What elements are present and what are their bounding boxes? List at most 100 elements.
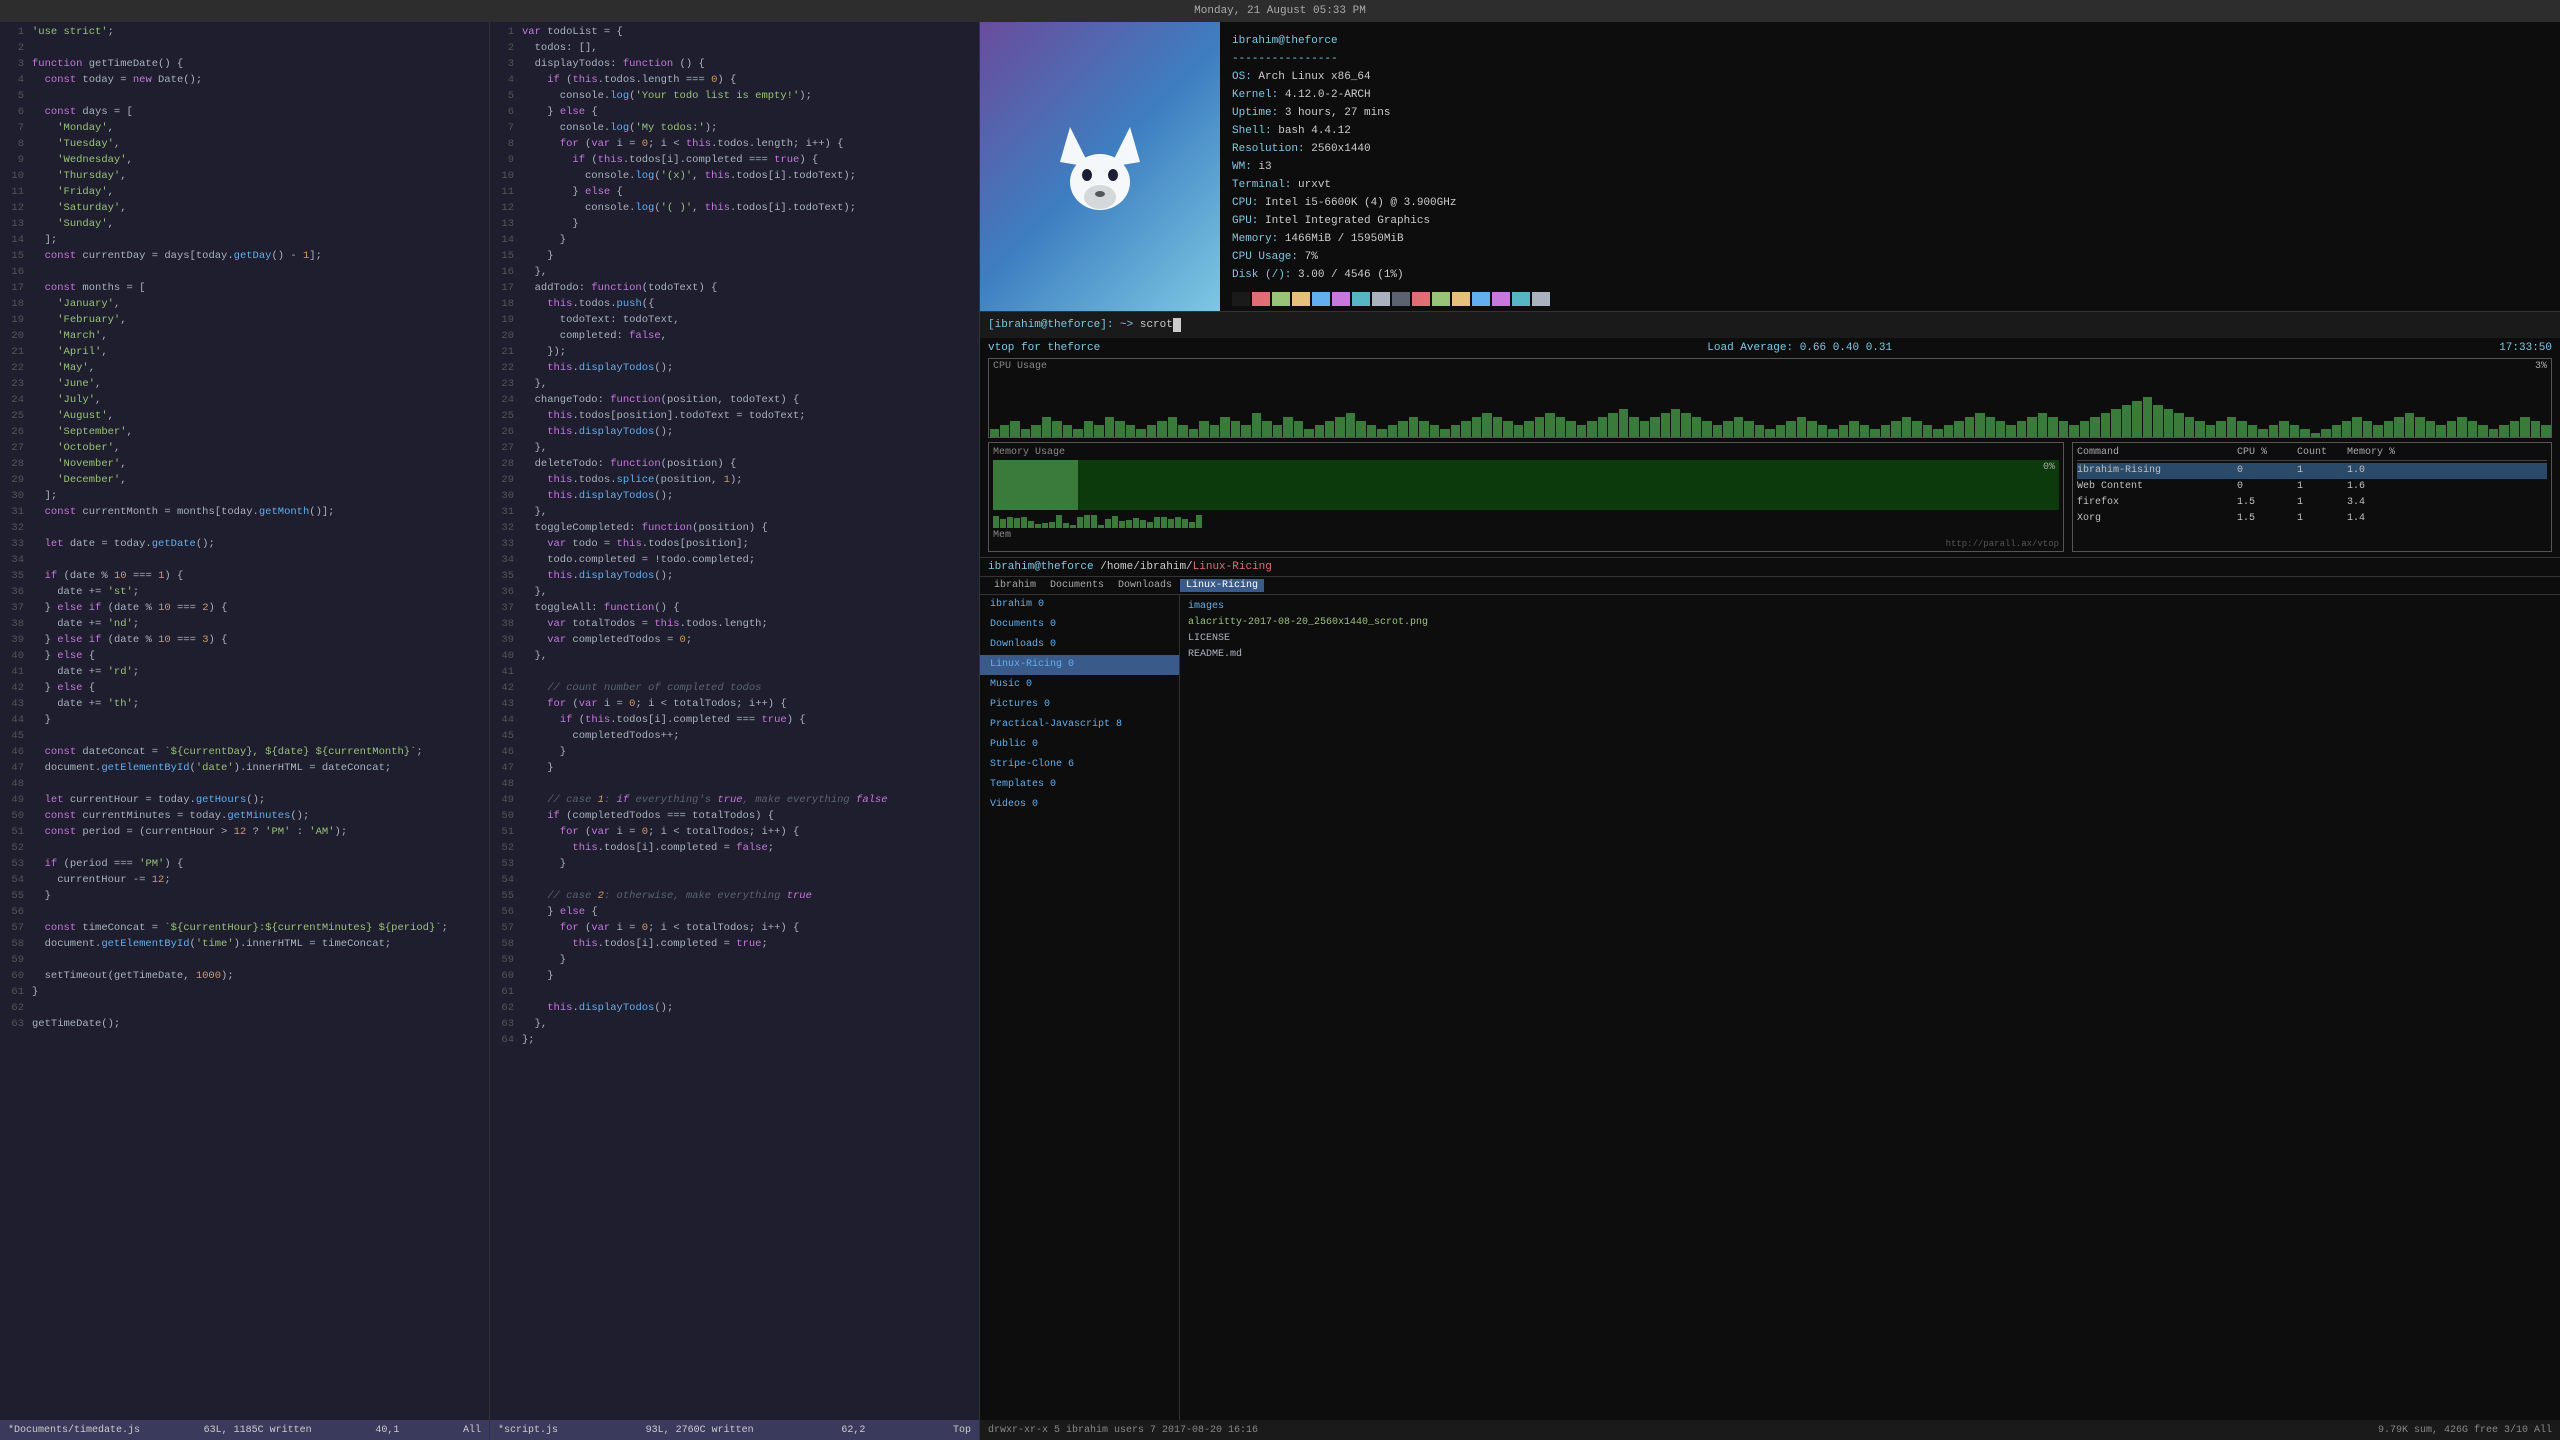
cpu-bar-segment [1524,421,1533,437]
code-line: 40 } else { [0,648,489,664]
color-swatch [1292,292,1310,306]
fm-left-item-stripe-clone[interactable]: Stripe-Clone 6 [980,755,1179,775]
fm-right-panel[interactable]: imagesalacritty-2017-08-20_2560x1440_scr… [1180,595,2560,1420]
code-line: 21 }); [490,344,979,360]
code-line: 53 if (period === 'PM') { [0,856,489,872]
fm-left-panel[interactable]: ibrahim 0Documents 0Downloads 0Linux-Ric… [980,595,1180,1420]
cpu-bar-segment [2080,421,2089,437]
vtop-load-avg: Load Average: 0.66 0.40 0.31 [1707,342,1892,354]
fm-left-item-documents[interactable]: Documents 0 [980,615,1179,635]
cpu-bar-segment [2478,425,2487,437]
color-swatch [1232,292,1250,306]
fm-left-item-practical-javascript[interactable]: Practical-Javascript 8 [980,715,1179,735]
code-line: 57 const timeConcat = `${currentHour}:${… [0,920,489,936]
code-line: 11 } else { [490,184,979,200]
cpu-bar-segment [1147,425,1156,437]
code-line: 63getTimeDate(); [0,1016,489,1032]
cpu-bar-segment [2332,425,2341,437]
code-line: 33 var todo = this.todos[position]; [490,536,979,552]
vtop-bottom: Memory Usage 0% Mem http://parall.ax/vto… [988,442,2552,552]
code-line: 1'use strict'; [0,24,489,40]
cpu-bar-segment [2352,417,2361,437]
proc-col-memory: Memory % [2347,447,2407,458]
fm-tab-ibrahim[interactable]: ibrahim [988,579,1042,592]
cpu-bar-segment [1073,429,1082,437]
cpu-bar-segment [1776,425,1785,437]
cpu-bar-segment [2520,417,2529,437]
fm-left-item-public[interactable]: Public 0 [980,735,1179,755]
cpu-bar-segment [2342,421,2351,437]
cpu-bar-area [989,377,2551,437]
code-line: 29 this.todos.splice(position, 1); [490,472,979,488]
vtop-mem-chart: Memory Usage 0% Mem http://parall.ax/vto… [988,442,2064,552]
logo-area [980,22,1220,311]
fm-right-item-alacritty-[interactable]: alacritty-2017-08-20_2560x1440_scrot.png [1188,615,2552,631]
terminal-command: scrot [1133,319,1173,331]
editor-left-content[interactable]: 1'use strict';23function getTimeDate() {… [0,22,489,1420]
code-line: 5 console.log('Your todo list is empty!'… [490,88,979,104]
mem-bar-segment [1175,517,1181,528]
vtop-mem-label: Memory Usage [993,447,2059,458]
cpu-bar-segment [2290,425,2299,437]
code-line: 21 'April', [0,344,489,360]
cpu-bar-segment [2143,397,2152,437]
code-line: 37 } else if (date % 10 === 2) { [0,600,489,616]
editor-right-content[interactable]: 1var todoList = {2 todos: [],3 displayTo… [490,22,979,1420]
code-line: 6 } else { [490,104,979,120]
fm-left-item-templates[interactable]: Templates 0 [980,775,1179,795]
cpu-bar-segment [990,429,999,437]
fm-right-item-readme.md[interactable]: README.md [1188,647,2552,663]
terminal-line[interactable]: [ibrahim@theforce]: ~> scrot [980,312,2560,338]
cpu-bar-segment [1199,421,1208,437]
cpu-bar-segment [1472,417,1481,437]
cpu-bar-segment [2468,421,2477,437]
code-line: 43 for (var i = 0; i < totalTodos; i++) … [490,696,979,712]
cpu-bar-segment [1031,425,1040,437]
fm-tab-downloads[interactable]: Downloads [1112,579,1178,592]
code-line: 53 } [490,856,979,872]
cpu-bar-segment [1315,425,1324,437]
mem-bar-segment [1161,517,1167,528]
mem-bar-segment [993,516,999,528]
cpu-bar-segment [2185,417,2194,437]
cpu-bar-segment [2373,425,2382,437]
cpu-bar-segment [1545,413,1554,437]
code-line: 39 var completedTodos = 0; [490,632,979,648]
cpu-bar-segment [1577,425,1586,437]
fm-left-item-pictures[interactable]: Pictures 0 [980,695,1179,715]
fm-tab-linux-ricing[interactable]: Linux-Ricing [1180,579,1264,592]
cpu-bar-segment [2510,421,2519,437]
cpu-bar-segment [1640,421,1649,437]
cpu-bar-segment [2384,421,2393,437]
code-line: 30 ]; [0,488,489,504]
fm-prompt: ibrahim@theforce [988,561,1094,573]
fm-left-item-videos[interactable]: Videos 0 [980,795,1179,815]
fm-tabs[interactable]: ibrahimDocumentsDownloadsLinux-Ricing [980,577,2560,595]
fm-left-item-linux-ricing[interactable]: Linux-Ricing 0 [980,655,1179,675]
sysinfo-uptime-line: Uptime: 3 hours, 27 mins [1232,104,1550,122]
code-line: 35 if (date % 10 === 1) { [0,568,489,584]
color-swatch [1312,292,1330,306]
proc-col-command: Command [2077,447,2237,458]
fm-header: ibrahim@theforce /home/ibrahim/ Linux-Ri… [980,558,2560,577]
fm-right-item-images[interactable]: images [1188,599,2552,615]
code-line: 3function getTimeDate() { [0,56,489,72]
mem-bar-segment [1000,519,1006,528]
cpu-bar-segment [2048,417,2057,437]
fm-right-item-license[interactable]: LICENSE [1188,631,2552,647]
titlebar: Monday, 21 August 05:33 PM [0,0,2560,22]
cpu-bar-segment [1335,417,1344,437]
code-line: 14 ]; [0,232,489,248]
sysinfo-cpu-usage-line: CPU Usage: 7% [1232,248,1550,266]
code-line: 36 }, [490,584,979,600]
proc-col-cpu: CPU % [2237,447,2297,458]
fm-tab-documents[interactable]: Documents [1044,579,1110,592]
code-line: 17 addTodo: function(todoText) { [490,280,979,296]
fm-left-item-music[interactable]: Music 0 [980,675,1179,695]
fm-left-item-ibrahim[interactable]: ibrahim 0 [980,595,1179,615]
cpu-bar-segment [1493,417,1502,437]
fm-left-item-downloads[interactable]: Downloads 0 [980,635,1179,655]
code-line: 1var todoList = { [490,24,979,40]
cpu-bar-segment [1346,413,1355,437]
cpu-bar-segment [2457,417,2466,437]
